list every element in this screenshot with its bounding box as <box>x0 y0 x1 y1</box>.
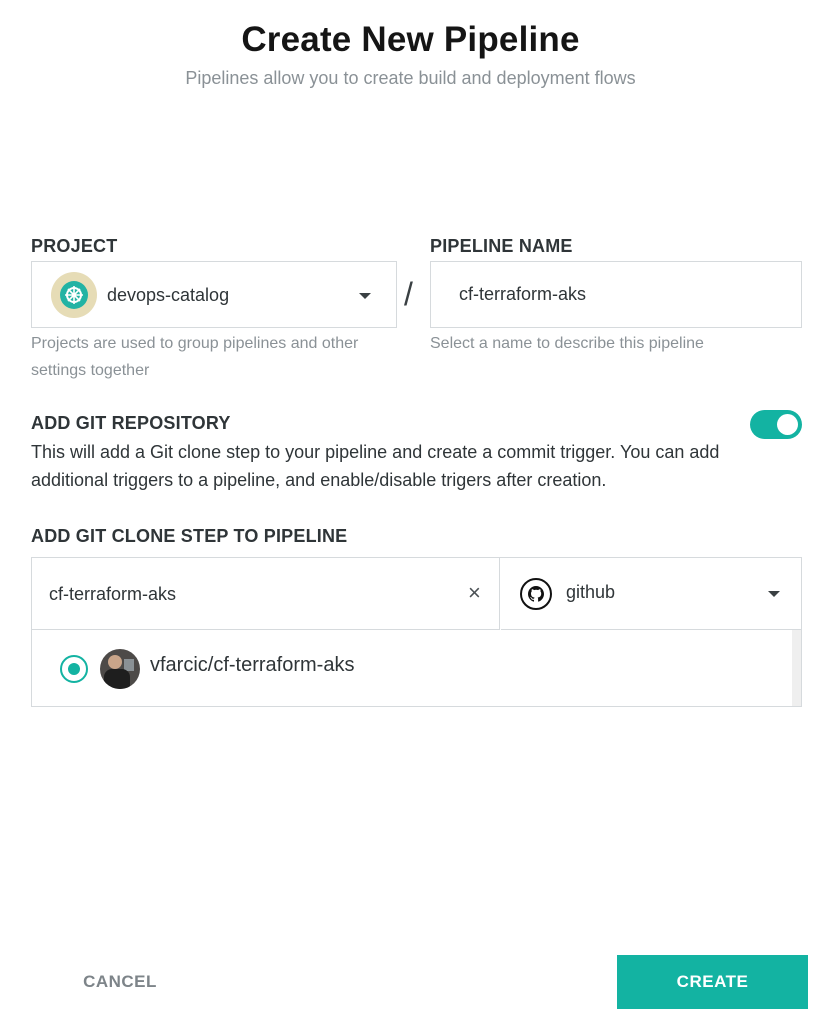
avatar-shape <box>108 655 122 669</box>
avatar <box>100 649 140 689</box>
list-item[interactable]: vfarcic/cf-terraform-aks <box>32 630 792 706</box>
project-helper-line: Projects are used to group pipelines and… <box>31 335 359 352</box>
github-icon <box>520 578 552 610</box>
project-avatar <box>51 272 97 318</box>
chevron-down-icon <box>768 591 780 597</box>
page-subtitle: Pipelines allow you to create build and … <box>185 68 636 88</box>
git-repo-toggle[interactable] <box>750 410 802 439</box>
scrollbar[interactable] <box>792 630 801 706</box>
description-line: additional triggers to a pipeline, and e… <box>31 470 607 490</box>
repo-radio[interactable] <box>60 655 88 683</box>
chevron-down-icon <box>359 293 371 299</box>
separator-slash: / <box>404 276 413 312</box>
pipeline-name-input[interactable] <box>459 262 789 327</box>
page-title: Create New Pipeline <box>241 20 580 59</box>
project-helper: Projects are used to group pipelines and… <box>31 330 358 384</box>
toggle-knob <box>777 414 798 435</box>
create-button[interactable]: CREATE <box>617 955 808 1009</box>
repo-name: vfarcic/cf-terraform-aks <box>150 654 355 676</box>
pipeline-name-label: PIPELINE NAME <box>430 236 573 256</box>
avatar-shape <box>104 669 130 689</box>
project-select[interactable]: devops-catalog <box>31 261 397 328</box>
cancel-button[interactable]: CANCEL <box>60 955 180 1009</box>
repo-search: × <box>32 558 500 630</box>
provider-name: github <box>566 582 616 602</box>
kubernetes-icon <box>60 281 88 309</box>
git-clone-label: ADD GIT CLONE STEP TO PIPELINE <box>31 526 348 546</box>
git-repo-label: ADD GIT REPOSITORY <box>31 413 231 433</box>
description-line: This will add a Git clone step to your p… <box>31 442 720 462</box>
repo-search-input[interactable] <box>49 558 449 630</box>
clear-icon[interactable]: × <box>468 580 481 606</box>
git-provider-select[interactable]: github <box>501 558 801 630</box>
radio-selected-dot <box>68 663 80 675</box>
git-repo-description: This will add a Git clone step to your p… <box>31 438 751 494</box>
project-label: PROJECT <box>31 236 118 256</box>
project-helper-line: settings together <box>31 362 150 379</box>
pipeline-name-field[interactable] <box>430 261 802 328</box>
project-name: devops-catalog <box>107 285 230 305</box>
git-clone-panel: × github vfarcic/cf-terraform-aks <box>31 557 802 707</box>
pipeline-name-helper: Select a name to describe this pipeline <box>430 335 704 352</box>
